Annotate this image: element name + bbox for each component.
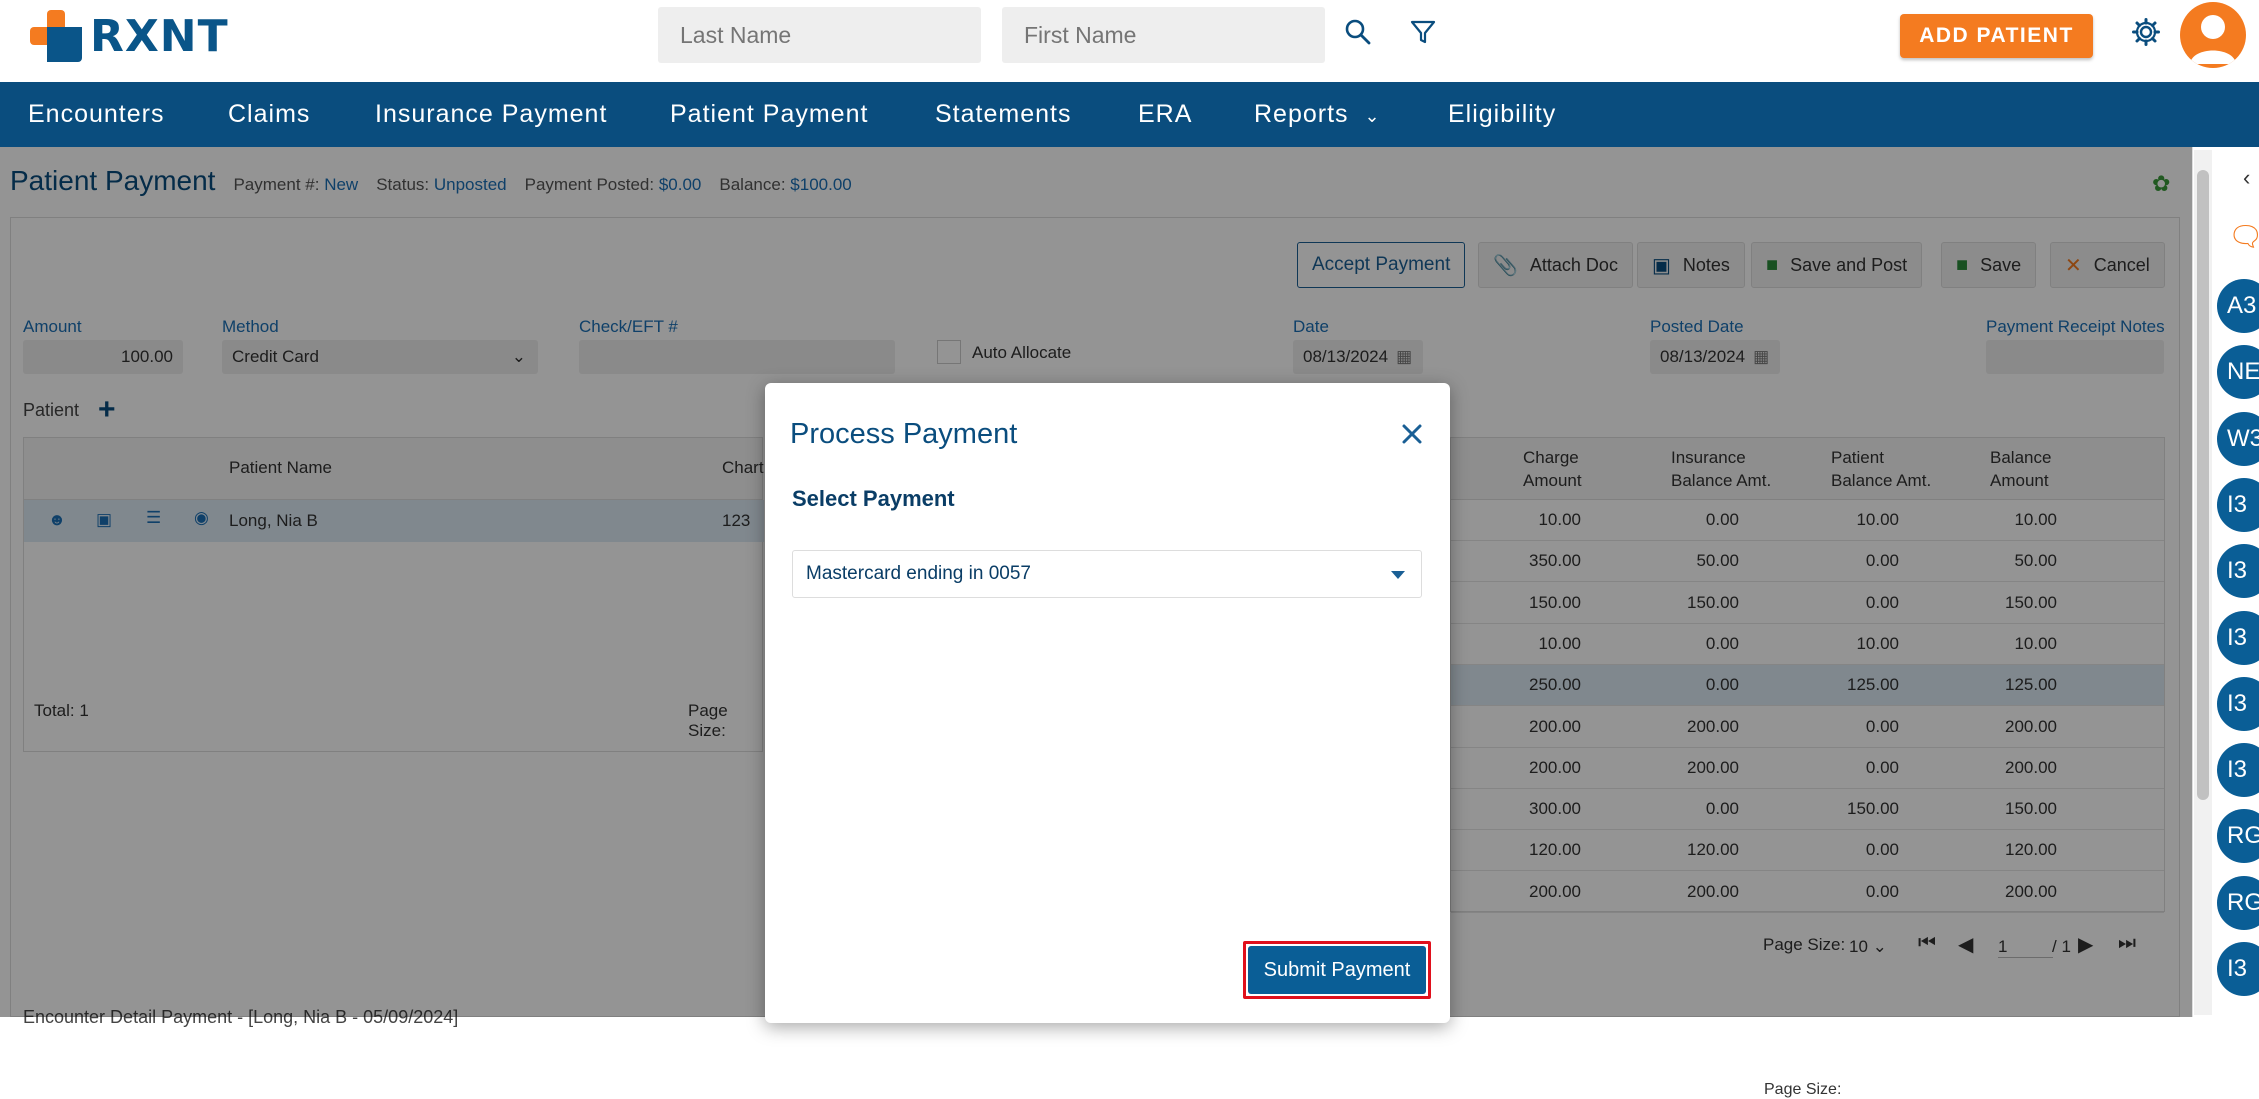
main-nav: Encounters Claims Insurance Payment Pati… bbox=[0, 82, 2259, 147]
filter-icon[interactable] bbox=[1405, 14, 1441, 50]
nav-reports[interactable]: Reports ⌄ bbox=[1254, 100, 1381, 129]
nav-era[interactable]: ERA bbox=[1138, 100, 1192, 129]
search-icon[interactable] bbox=[1340, 14, 1376, 50]
chevron-left-icon[interactable]: ‹ bbox=[2243, 165, 2250, 191]
logo-cross-icon bbox=[30, 10, 82, 62]
selected-payment-method: Mastercard ending in 0057 bbox=[806, 563, 1031, 584]
top-bar: RXNT ADD PATIENT bbox=[0, 0, 2259, 82]
first-name-input[interactable] bbox=[1002, 7, 1325, 63]
last-name-input[interactable] bbox=[658, 7, 981, 63]
gear-icon[interactable] bbox=[2128, 14, 2164, 50]
nav-patient-payment[interactable]: Patient Payment bbox=[670, 100, 868, 129]
modal-title: Process Payment bbox=[790, 418, 1018, 450]
rail-bubble[interactable]: I3 bbox=[2217, 610, 2259, 665]
nav-claims[interactable]: Claims bbox=[228, 100, 310, 129]
logo-text: RXNT bbox=[90, 10, 229, 62]
charges-page-size-label: Page Size: bbox=[1764, 1081, 1842, 1098]
nav-reports-label: Reports bbox=[1254, 100, 1349, 128]
chevron-down-icon: ⌄ bbox=[1364, 106, 1381, 126]
process-payment-modal: Process Payment Select Payment Mastercar… bbox=[765, 383, 1450, 1023]
chat-icon[interactable]: 🗨 bbox=[2228, 220, 2259, 253]
close-icon[interactable] bbox=[1397, 419, 1427, 449]
nav-eligibility[interactable]: Eligibility bbox=[1448, 100, 1556, 129]
rxnt-logo[interactable]: RXNT bbox=[30, 10, 229, 62]
nav-statements[interactable]: Statements bbox=[935, 100, 1071, 129]
nav-insurance-payment[interactable]: Insurance Payment bbox=[375, 100, 607, 129]
caret-down-icon bbox=[1391, 571, 1405, 579]
submit-payment-button[interactable]: Submit Payment bbox=[1248, 946, 1426, 994]
nav-encounters[interactable]: Encounters bbox=[28, 100, 164, 129]
page-scrollbar[interactable] bbox=[2194, 150, 2212, 1015]
user-avatar-icon[interactable] bbox=[2180, 2, 2246, 68]
select-payment-label: Select Payment bbox=[792, 486, 955, 511]
add-patient-button[interactable]: ADD PATIENT bbox=[1900, 14, 2093, 58]
payment-method-select[interactable]: Mastercard ending in 0057 bbox=[792, 550, 1422, 598]
